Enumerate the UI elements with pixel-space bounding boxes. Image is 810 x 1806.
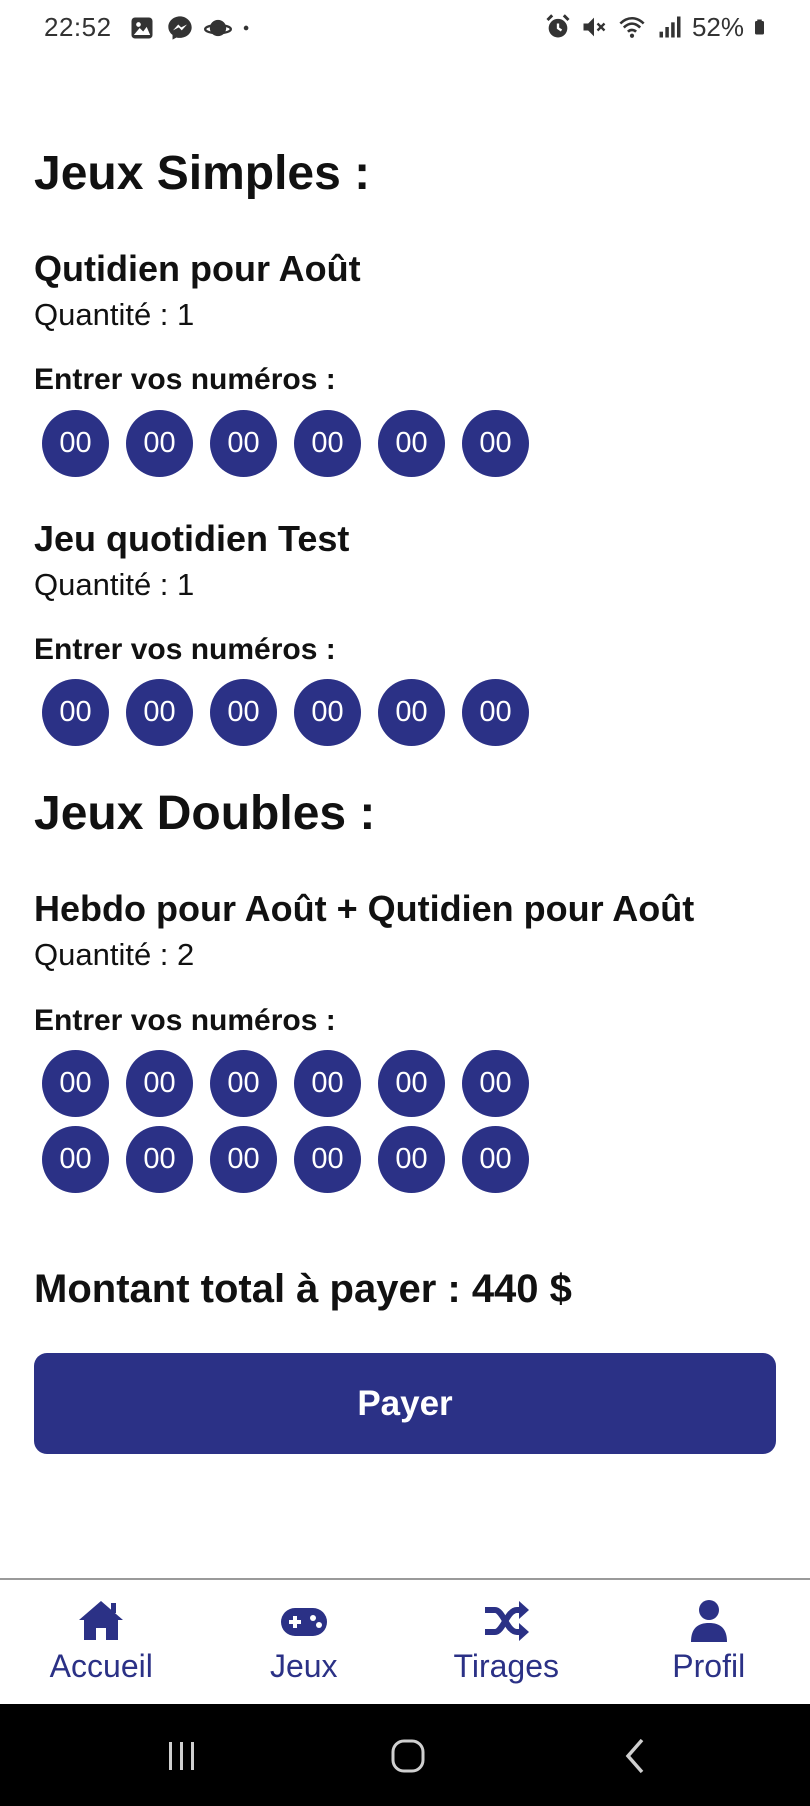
number-ball[interactable]: 00 [462, 1050, 529, 1117]
number-ball[interactable]: 00 [378, 679, 445, 746]
number-ball[interactable]: 00 [378, 1126, 445, 1193]
dot-icon [243, 25, 249, 31]
number-ball[interactable]: 00 [42, 1050, 109, 1117]
number-ball[interactable]: 00 [462, 410, 529, 477]
battery-icon [755, 19, 764, 35]
number-row: 00 00 00 00 00 00 [42, 679, 529, 746]
number-ball[interactable]: 00 [462, 1126, 529, 1193]
user-icon [690, 1600, 727, 1642]
number-ball[interactable]: 00 [126, 1050, 193, 1117]
system-status-icons: 52% [544, 12, 770, 42]
number-ball[interactable]: 00 [294, 679, 361, 746]
home-circle-icon[interactable] [386, 1734, 430, 1778]
enter-numbers-label: Entrer vos numéros : [34, 1004, 336, 1037]
nav-item-profil[interactable]: Profil [608, 1580, 810, 1704]
nav-label: Accueil [49, 1648, 153, 1684]
gamepad-icon [280, 1608, 327, 1636]
recents-icon[interactable] [160, 1734, 204, 1778]
game-quantity: Quantité : 1 [34, 567, 195, 602]
home-icon [79, 1601, 124, 1640]
number-ball[interactable]: 00 [126, 1126, 193, 1193]
number-ball[interactable]: 00 [378, 410, 445, 477]
pay-button[interactable]: Payer [34, 1353, 776, 1454]
game-quantity: Quantité : 1 [34, 297, 195, 332]
section-title-double: Jeux Doubles : [34, 787, 376, 840]
battery-percent: 52% [691, 11, 744, 42]
signal-icon [659, 16, 681, 38]
number-ball[interactable]: 00 [294, 1126, 361, 1193]
back-icon[interactable] [614, 1734, 658, 1778]
nav-label: Tirages [453, 1648, 559, 1684]
number-ball[interactable]: 00 [462, 679, 529, 746]
number-row: 00 00 00 00 00 00 [42, 1126, 529, 1193]
game-quantity: Quantité : 2 [34, 937, 195, 972]
image-icon [131, 17, 153, 39]
number-ball[interactable]: 00 [42, 1126, 109, 1193]
mute-icon [583, 17, 606, 37]
number-ball[interactable]: 00 [42, 679, 109, 746]
number-ball[interactable]: 00 [126, 410, 193, 477]
number-ball[interactable]: 00 [126, 679, 193, 746]
status-bar: 22:52 52% [0, 0, 810, 58]
nav-item-jeux[interactable]: Jeux [203, 1580, 406, 1704]
shuffle-icon [485, 1601, 530, 1641]
game-name: Hebdo pour Août + Qutidien pour Août [34, 888, 695, 929]
status-time: 22:52 [44, 12, 112, 42]
nav-label: Jeux [269, 1648, 338, 1684]
number-ball[interactable]: 00 [42, 410, 109, 477]
number-ball[interactable]: 00 [378, 1050, 445, 1117]
notification-icons [128, 14, 256, 42]
game-name: Qutidien pour Août [34, 248, 361, 289]
section-title-simple: Jeux Simples : [34, 147, 371, 200]
alarm-icon [546, 14, 570, 38]
number-ball[interactable]: 00 [210, 410, 277, 477]
number-row: 00 00 00 00 00 00 [42, 410, 529, 477]
nav-item-tirages[interactable]: Tirages [405, 1580, 608, 1704]
number-ball[interactable]: 00 [210, 1126, 277, 1193]
enter-numbers-label: Entrer vos numéros : [34, 633, 336, 666]
nav-label: Profil [672, 1648, 746, 1684]
total-amount: Montant total à payer : 440 $ [34, 1267, 572, 1311]
game-name: Jeu quotidien Test [34, 518, 350, 559]
messenger-icon [168, 16, 192, 40]
number-ball[interactable]: 00 [210, 1050, 277, 1117]
number-ball[interactable]: 00 [294, 1050, 361, 1117]
planet-icon [204, 19, 232, 37]
number-ball[interactable]: 00 [294, 410, 361, 477]
nav-item-accueil[interactable]: Accueil [0, 1580, 203, 1704]
wifi-icon [619, 16, 645, 38]
bottom-nav: Accueil Jeux Tirages Profil [0, 1578, 810, 1704]
number-row: 00 00 00 00 00 00 [42, 1050, 529, 1117]
enter-numbers-label: Entrer vos numéros : [34, 363, 336, 396]
system-nav-bar [0, 1704, 810, 1806]
number-ball[interactable]: 00 [210, 679, 277, 746]
